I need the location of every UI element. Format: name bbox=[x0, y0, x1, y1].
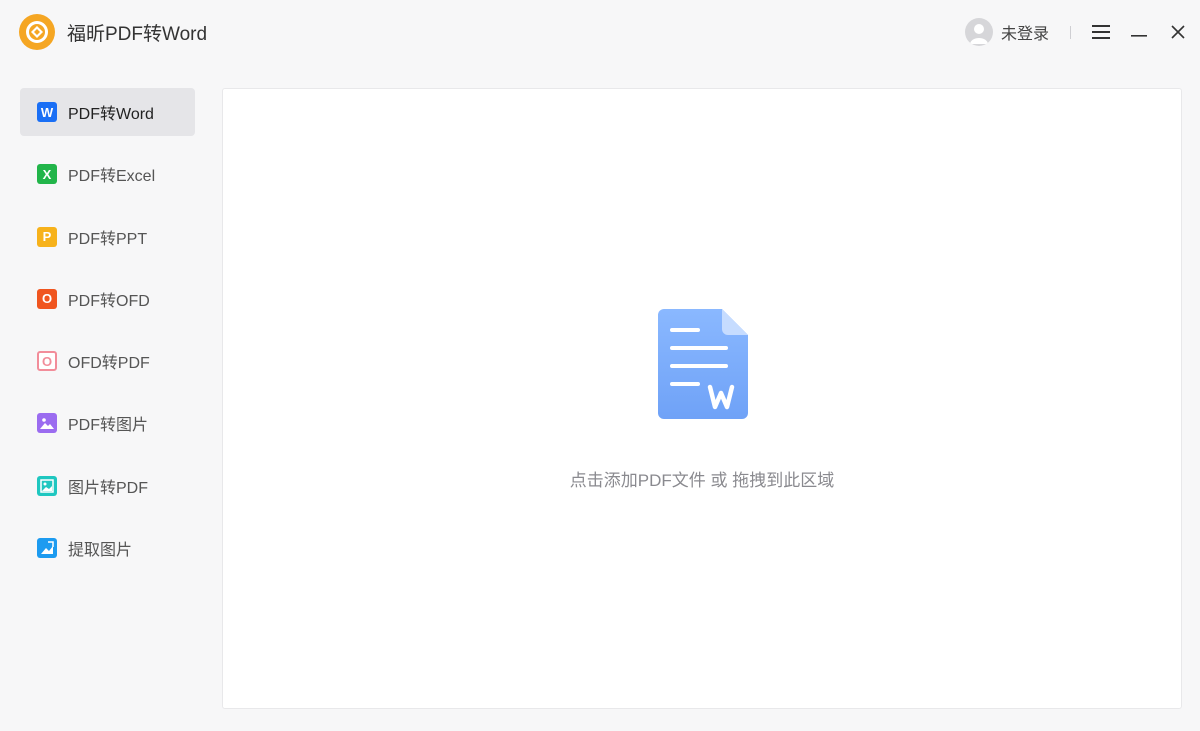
sidebar-item-extract-image[interactable]: 提取图片 bbox=[20, 524, 195, 572]
sidebar-item-pdf-to-word[interactable]: W PDF转Word bbox=[20, 88, 195, 136]
sidebar-item-label: PDF转Word bbox=[68, 106, 154, 123]
close-icon bbox=[1171, 25, 1185, 39]
app-logo-icon bbox=[19, 14, 55, 50]
minimize-icon bbox=[1131, 35, 1147, 37]
sidebar-nav: W PDF转Word X PDF转Excel P PDF转PPT O PDF转O… bbox=[20, 88, 195, 586]
title-divider bbox=[1070, 26, 1071, 39]
sidebar-item-pdf-to-ppt[interactable]: P PDF转PPT bbox=[20, 213, 195, 261]
sidebar-item-label: 提取图片 bbox=[68, 542, 133, 560]
image-to-pdf-icon bbox=[37, 475, 57, 496]
sidebar-item-ofd-to-pdf[interactable]: O OFD转PDF bbox=[20, 337, 195, 385]
sidebar-item-label: OFD转PDF bbox=[68, 355, 150, 373]
excel-icon: X bbox=[37, 164, 57, 185]
ppt-icon: P bbox=[37, 226, 57, 247]
sidebar-item-pdf-to-excel[interactable]: X PDF转Excel bbox=[20, 150, 195, 198]
sidebar-item-label: 图片转PDF bbox=[68, 479, 149, 497]
pdf-to-image-icon bbox=[37, 413, 57, 434]
app-title: 福昕PDF转Word bbox=[67, 24, 208, 45]
title-bar: 福昕PDF转Word 未登录 bbox=[0, 0, 1200, 64]
sidebar-item-pdf-to-ofd[interactable]: O PDF转OFD bbox=[20, 275, 195, 323]
ofd-icon: O bbox=[37, 288, 57, 309]
sidebar-item-label: PDF转PPT bbox=[68, 230, 148, 248]
close-button[interactable] bbox=[1166, 20, 1190, 44]
file-drop-zone[interactable]: 点击添加PDF文件 或 拖拽到此区域 bbox=[222, 88, 1182, 709]
avatar-icon bbox=[965, 18, 993, 46]
sidebar-item-pdf-to-image[interactable]: PDF转图片 bbox=[20, 399, 195, 447]
word-icon: W bbox=[37, 102, 57, 122]
sidebar-item-label: PDF转OFD bbox=[68, 292, 150, 310]
ofd-to-pdf-icon: O bbox=[37, 351, 57, 372]
word-document-icon bbox=[658, 309, 748, 419]
minimize-button[interactable] bbox=[1127, 20, 1151, 44]
menu-icon bbox=[1092, 25, 1110, 39]
sidebar-item-label: PDF转Excel bbox=[68, 168, 156, 186]
drop-hint-text: 点击添加PDF文件 或 拖拽到此区域 bbox=[569, 471, 835, 490]
user-login-button[interactable]: 未登录 bbox=[965, 18, 1049, 46]
menu-button[interactable] bbox=[1089, 20, 1113, 44]
login-status-label: 未登录 bbox=[1001, 26, 1050, 43]
sidebar-item-image-to-pdf[interactable]: 图片转PDF bbox=[20, 462, 195, 510]
extract-image-icon bbox=[37, 538, 57, 559]
sidebar-item-label: PDF转图片 bbox=[68, 417, 149, 435]
